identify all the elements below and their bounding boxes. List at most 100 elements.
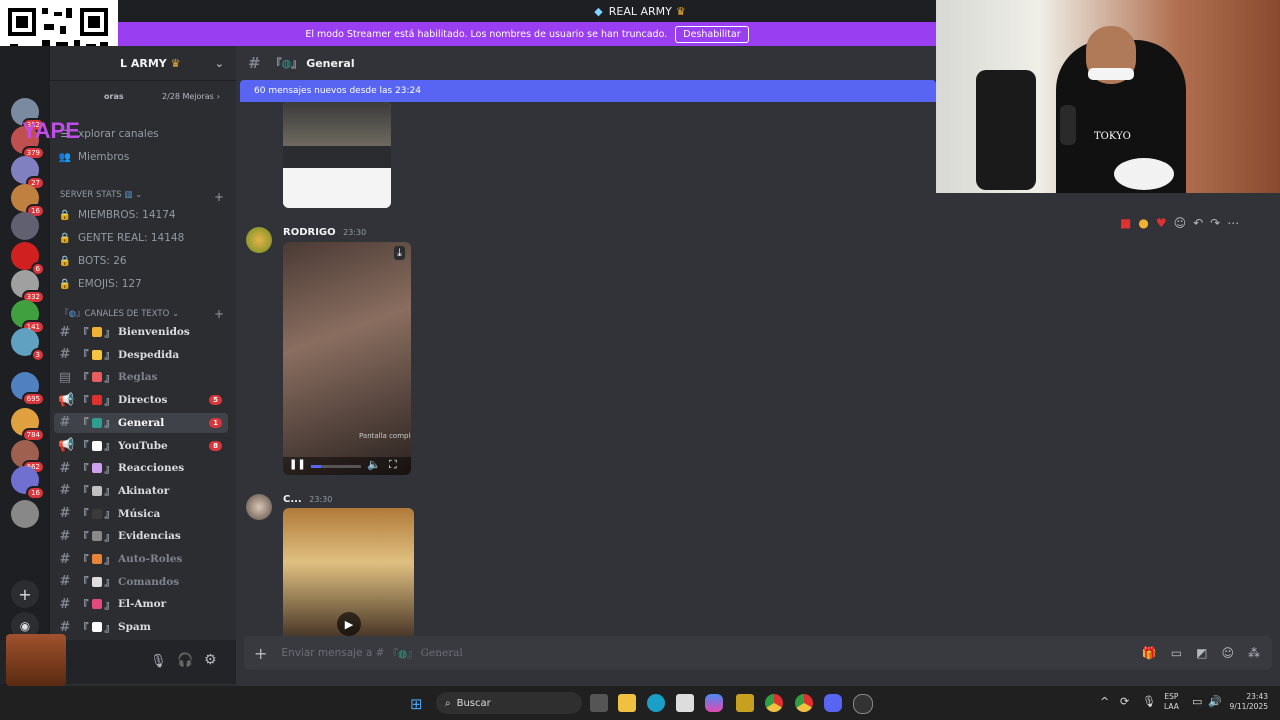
author-avatar[interactable] [246, 494, 272, 520]
author-avatar[interactable] [246, 227, 272, 253]
boost-progress[interactable]: oras 2/28 Mejoras › [50, 92, 236, 108]
discord-icon[interactable] [824, 694, 842, 712]
settings-gear-icon[interactable]: ⚙ [204, 652, 217, 668]
channel-directos[interactable]: 📢 『』 Directos 5 [54, 390, 228, 410]
video-player[interactable]: ⤓ Pantalla completa ❚❚ 🔈 ⛶ [283, 242, 411, 475]
new-messages-bar[interactable]: 60 mensajes nuevos desde las 23:24 [240, 80, 936, 102]
forward-icon[interactable]: ↷ [1210, 216, 1220, 230]
add-channel-icon[interactable]: + [214, 190, 224, 204]
composer-placeholder-channel: General [420, 647, 463, 659]
user-avatar[interactable] [6, 634, 66, 686]
sync-icon[interactable]: ⟳ [1120, 695, 1129, 708]
video-attachment[interactable]: ▶ [283, 508, 414, 644]
channel-evidencias[interactable]: # 『』 Evidencias [54, 526, 228, 546]
sidebar-item-browse-channels[interactable]: ☰ xplorar canales [58, 124, 228, 144]
add-server-icon[interactable]: + [11, 580, 39, 608]
server-icon[interactable]: 662 [11, 440, 45, 474]
server-icon[interactable]: 332 [11, 270, 45, 304]
server-icon[interactable]: 3 [11, 328, 45, 362]
play-icon[interactable]: ▶ [337, 612, 361, 636]
edge-icon[interactable] [647, 694, 665, 712]
volume-icon[interactable]: 🔈 [367, 458, 381, 471]
taskview-icon[interactable] [590, 694, 608, 712]
network-icon[interactable]: ▭ [1192, 695, 1202, 708]
windows-start-icon[interactable]: ⊞ [410, 695, 423, 713]
channel-despedida[interactable]: # 『』 Despedida [54, 345, 228, 365]
reply-icon[interactable]: ↶ [1193, 216, 1203, 230]
server-icon[interactable]: 27 [11, 156, 45, 190]
server-header[interactable]: L ARMY ♛ ⌄ [50, 46, 236, 81]
store-icon[interactable] [676, 694, 694, 712]
text-category-label: CANALES DE TEXTO [84, 309, 170, 319]
add-channel-icon[interactable]: + [214, 307, 224, 321]
stat-channel[interactable]: 🔒 EMOJIS: 127 [58, 274, 228, 294]
reaction-emoji-1[interactable]: ■ [1120, 216, 1131, 230]
server-icon[interactable]: 16 [11, 184, 45, 218]
channel-general[interactable]: # 『』 General 1 [54, 412, 228, 433]
copilot-icon[interactable] [705, 694, 723, 712]
channel-el-amor[interactable]: # 『』 El-Amor [54, 594, 228, 614]
reaction-heart-icon[interactable]: ♥ [1156, 216, 1167, 230]
channel-auto-roles[interactable]: # 『』 Auto-Roles [54, 549, 228, 569]
add-attachment-icon[interactable]: + [254, 644, 267, 663]
category-text-channels[interactable]: 『◍』CANALES DE TEXTO ⌄ + [60, 307, 224, 321]
stat-channel[interactable]: 🔒 BOTS: 26 [58, 251, 228, 271]
server-icon[interactable] [11, 212, 39, 240]
server-icon[interactable]: 784 [11, 408, 45, 442]
game-icon[interactable] [736, 694, 754, 712]
globe-icon: ◍ [68, 309, 76, 319]
more-options-icon[interactable]: ⋯ [1227, 216, 1239, 230]
sidebar-item-label: Miembros [78, 151, 130, 163]
gif-icon[interactable]: ▭ [1171, 646, 1182, 660]
server-icon[interactable]: 695 [11, 372, 45, 406]
clock[interactable]: 23:43 9/11/2025 [1228, 692, 1268, 712]
author-name[interactable]: RODRIGO [283, 227, 336, 238]
apps-icon[interactable]: ⁂ [1248, 646, 1260, 660]
channel-spam[interactable]: # 『』 Spam [54, 617, 228, 637]
previous-image-attachment[interactable] [283, 102, 391, 208]
volume-tray-icon[interactable]: 🔊 [1208, 695, 1222, 708]
channel-name: Comandos [118, 575, 180, 588]
message-composer[interactable]: + Enviar mensaje a # 『◍』 General 🎁 ▭ ◩ ☺… [244, 636, 1272, 670]
tray-chevron-icon[interactable]: ^ [1100, 695, 1109, 708]
download-icon[interactable]: ⤓ [394, 246, 405, 260]
reaction-emoji-2[interactable]: ● [1138, 216, 1148, 230]
taskbar-search[interactable]: ⌕ Buscar [436, 692, 582, 714]
channel-youtube[interactable]: 📢 『』 YouTube 8 [54, 436, 228, 456]
crown-icon: ♛ [675, 4, 686, 18]
channel-reacciones[interactable]: # 『』 Reacciones [54, 458, 228, 478]
microphone-icon[interactable]: 🎙 [150, 654, 167, 669]
chrome-icon[interactable] [765, 694, 783, 712]
pause-icon[interactable]: ❚❚ [289, 459, 306, 470]
server-icon[interactable]: 16 [11, 466, 45, 500]
channel-comandos[interactable]: # 『』 Comandos [54, 572, 228, 592]
server-icon[interactable]: 141 [11, 300, 45, 334]
author-name[interactable]: C... [283, 494, 302, 505]
stats-category-label: SERVER STATS [60, 190, 122, 200]
server-icon[interactable] [11, 500, 39, 528]
stat-channel[interactable]: 🔒 MIEMBROS: 14174 [58, 205, 228, 225]
file-explorer-icon[interactable] [618, 694, 636, 712]
headphones-icon[interactable]: 🎧 [177, 653, 193, 668]
gift-icon[interactable]: 🎁 [1142, 646, 1157, 660]
channel-akinator[interactable]: # 『』 Akinator [54, 481, 228, 501]
emoji-icon[interactable]: ☺ [1221, 646, 1234, 660]
fullscreen-icon[interactable]: ⛶ [389, 458, 397, 472]
channel-name: Spam [118, 621, 151, 634]
stat-channel[interactable]: 🔒 GENTE REAL: 14148 [58, 228, 228, 248]
sidebar-item-members[interactable]: 👥 Miembros [58, 147, 228, 167]
channel-reglas[interactable]: ▤ 『』 Reglas [54, 367, 228, 387]
disable-streamer-button[interactable]: Deshabilitar [675, 25, 749, 43]
language-indicator[interactable]: ESP LAA [1164, 692, 1179, 712]
obs-icon[interactable] [853, 694, 873, 714]
channel-m-sica[interactable]: # 『』 Música [54, 504, 228, 524]
chrome-profile-icon[interactable] [795, 694, 813, 712]
channel-bienvenidos[interactable]: # 『』 Bienvenidos [54, 322, 228, 342]
server-icon[interactable]: 6 [11, 242, 45, 276]
channel-header: # 『◍』 General [248, 54, 355, 72]
mic-tray-icon[interactable]: 🎙 [1142, 695, 1156, 708]
add-reaction-icon[interactable]: ☺ [1174, 216, 1187, 230]
video-seek-bar[interactable] [311, 465, 361, 468]
category-server-stats[interactable]: SERVER STATS ▥ ⌄ + [60, 190, 224, 204]
sticker-icon[interactable]: ◩ [1196, 646, 1207, 660]
